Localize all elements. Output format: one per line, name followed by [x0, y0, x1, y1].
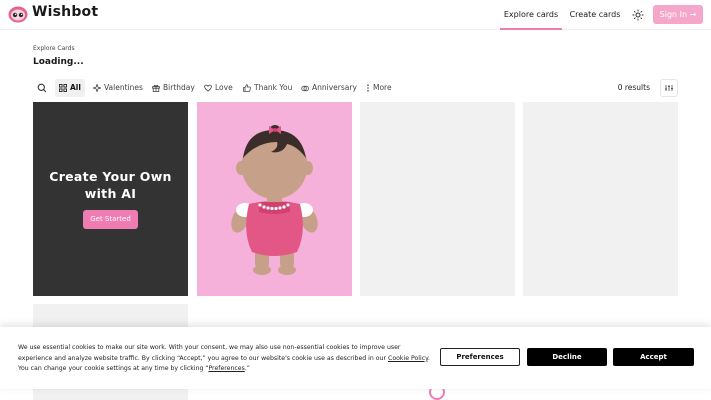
create-with-ai-card[interactable]: Create Your Own with AI Get Started	[33, 102, 188, 296]
chip-more-label: More	[373, 83, 392, 92]
chip-thank-you-label: Thank You	[254, 83, 293, 92]
get-started-button[interactable]: Get Started	[83, 210, 138, 229]
preferences-button[interactable]: Preferences	[440, 348, 520, 366]
sliders-icon	[665, 85, 673, 91]
more-vertical-icon	[367, 84, 369, 92]
cookie-preferences-link[interactable]: Preferences	[208, 365, 244, 372]
sign-in-label: Sign In	[659, 10, 688, 19]
card-placeholder	[360, 102, 515, 296]
sparkle-icon	[93, 84, 101, 92]
cookie-text-part: .”	[244, 365, 251, 372]
cookie-text-part: We use essential cookies to make our sit…	[18, 344, 401, 362]
top-header: Wishbot Explore cards Create cards Sign …	[0, 0, 711, 30]
ai-card-title: Create Your Own with AI	[49, 169, 172, 201]
heart-icon	[204, 84, 212, 92]
page-title: Loading...	[33, 57, 84, 67]
cookie-policy-link[interactable]: Cookie Policy	[388, 355, 428, 362]
chip-birthday[interactable]: Birthday	[152, 79, 195, 97]
brand-name[interactable]: Wishbot	[32, 4, 98, 20]
breadcrumb[interactable]: Explore Cards	[33, 45, 75, 52]
accept-button[interactable]: Accept	[613, 348, 694, 366]
chip-valentines-label: Valentines	[104, 83, 143, 92]
nav-explore-cards[interactable]: Explore cards	[500, 0, 562, 30]
sign-in-button[interactable]: Sign In →	[653, 5, 703, 24]
chip-all[interactable]: All	[55, 79, 85, 97]
chip-anniversary[interactable]: Anniversary	[301, 79, 357, 97]
chip-more[interactable]: More	[366, 79, 392, 97]
chip-thank-you[interactable]: Thank You	[243, 79, 292, 97]
chip-love[interactable]: Love	[204, 79, 233, 97]
decline-button[interactable]: Decline	[527, 348, 607, 366]
arrow-right-icon: →	[689, 10, 697, 19]
chip-all-label: All	[70, 83, 81, 92]
card-placeholder	[523, 102, 678, 296]
sun-icon[interactable]	[631, 9, 645, 21]
grid-icon	[59, 84, 67, 92]
results-count: 0 results	[617, 83, 650, 92]
filter-bar: All Valentines Birthday Love Thank You A…	[33, 79, 678, 97]
gift-icon	[152, 84, 160, 92]
chip-love-label: Love	[215, 83, 233, 92]
filter-settings-button[interactable]	[660, 79, 678, 97]
cookie-banner: We use essential cookies to make our sit…	[0, 327, 711, 389]
thumbs-up-icon	[243, 84, 251, 92]
search-icon[interactable]	[33, 79, 51, 97]
card-baby-girl[interactable]	[197, 102, 352, 296]
nav-create-cards[interactable]: Create cards	[566, 0, 624, 30]
wishbot-logo-icon[interactable]	[8, 6, 28, 23]
cookie-message: We use essential cookies to make our sit…	[18, 343, 430, 375]
chip-anniversary-label: Anniversary	[312, 83, 357, 92]
chip-birthday-label: Birthday	[163, 83, 195, 92]
chip-valentines[interactable]: Valentines	[93, 79, 143, 97]
baby-girl-illustration	[231, 125, 318, 275]
rings-icon	[301, 85, 309, 92]
